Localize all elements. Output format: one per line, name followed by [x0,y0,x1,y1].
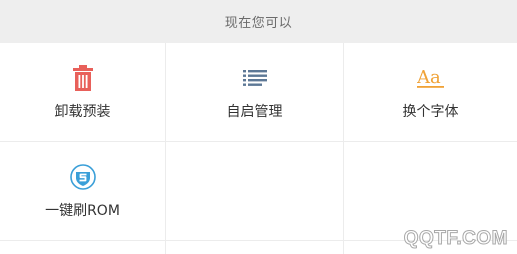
shield-s-icon [68,162,98,192]
change-font-button[interactable]: Aa 换个字体 [344,43,517,141]
uninstall-preinstalled-label: 卸载预装 [54,104,111,120]
trash-icon [68,63,98,93]
empty-cell [166,142,343,240]
autostart-management-button[interactable]: 自启管理 [166,43,343,141]
font-icon: Aa [416,63,446,93]
tools-panel: 现在您可以 卸载预装 自启管理 Aa 换个字体 一键刷ROM QQTF.COM [0,0,517,254]
empty-cell [344,142,517,240]
flash-rom-label: 一键刷ROM [45,203,120,219]
autostart-management-label: 自启管理 [226,104,283,120]
uninstall-preinstalled-button[interactable]: 卸载预装 [0,43,165,141]
panel-header: 现在您可以 [0,0,517,43]
watermark: QQTF.COM [403,228,508,250]
tools-grid: 卸载预装 自启管理 Aa 换个字体 一键刷ROM [0,43,517,254]
flash-rom-button[interactable]: 一键刷ROM [0,142,165,240]
svg-text:Aa: Aa [417,67,441,88]
change-font-label: 换个字体 [402,104,459,120]
list-icon [240,63,270,93]
header-title: 现在您可以 [224,16,293,31]
